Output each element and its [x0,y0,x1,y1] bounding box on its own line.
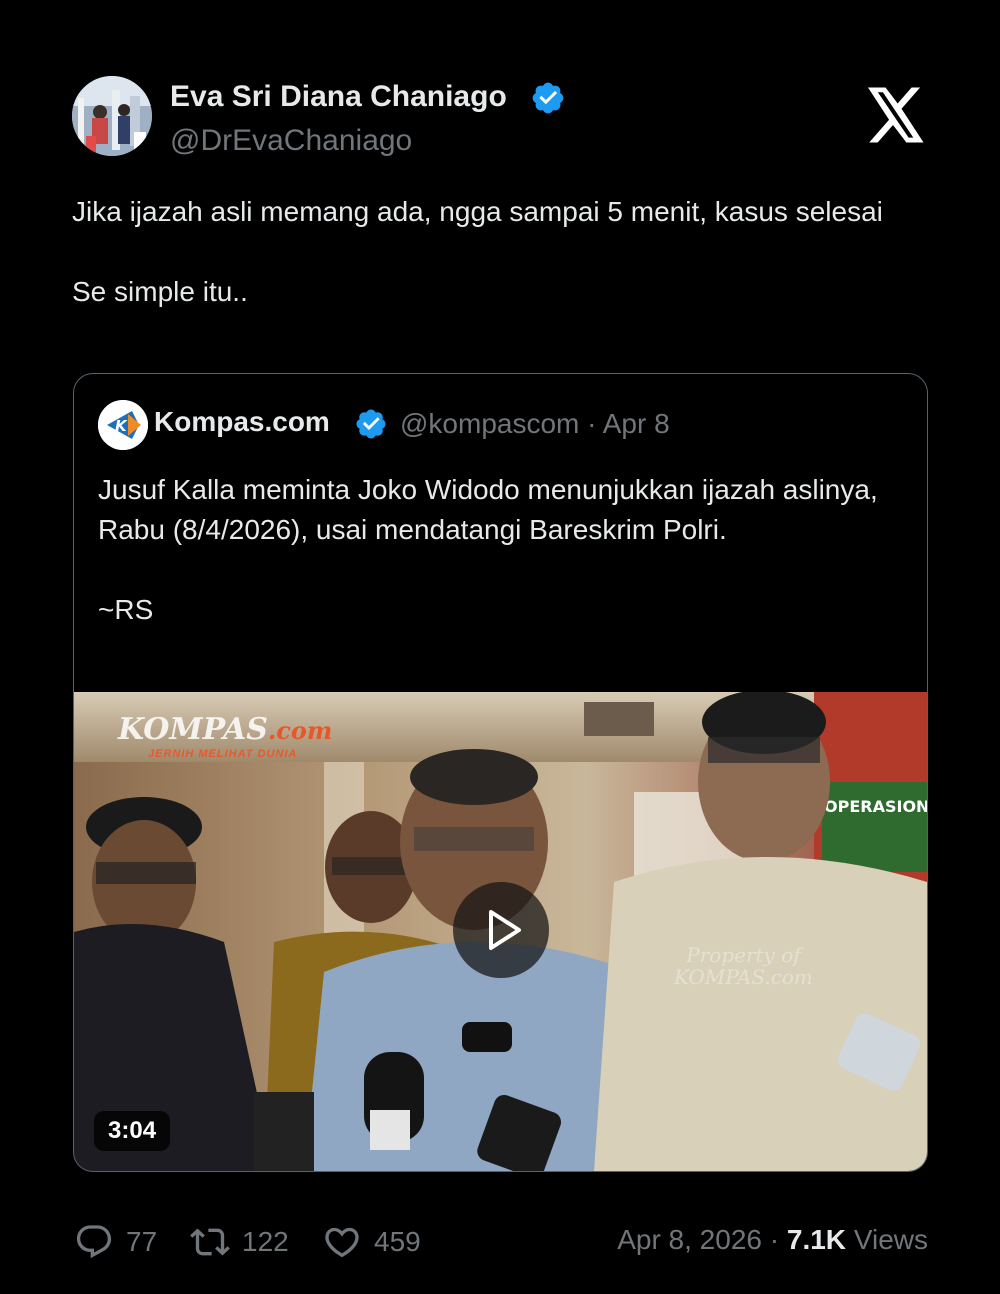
quoted-verified-badge-icon [356,409,386,439]
repost-count: 122 [242,1226,289,1257]
watermark-property-line2: KOMPAS.com [674,965,813,989]
quoted-author-name[interactable]: Kompas.com [154,406,330,438]
quoted-meta: @kompascom · Apr 8 [400,408,670,440]
author-handle[interactable]: @DrEvaChaniago [170,124,412,158]
watermark-tagline: JERNIH MELIHAT DUNIA [148,748,298,760]
quoted-tweet[interactable]: K Kompas.com @kompascom · Apr 8 Jusuf Ka… [73,373,928,1172]
views-count: 7.1K [786,1224,847,1255]
tweet-text: Jika ijazah asli memang ada, ngga sampai… [72,196,883,307]
video-player[interactable]: OPERASIONAL [74,692,927,1171]
like-count: 459 [374,1226,421,1257]
footer-separator: · [769,1224,780,1255]
quoted-separator: · [587,408,597,439]
watermark-logo: KOMPAS.com [118,712,332,747]
play-button[interactable] [453,882,549,978]
author-avatar[interactable] [72,76,152,156]
quoted-tweet-text: Jusuf Kalla meminta Joko Widodo menunjuk… [98,474,878,625]
video-duration: 3:04 [94,1111,171,1151]
views-label: Views [853,1224,928,1255]
tweet-timestamp-views: Apr 8, 2026 · 7.1K Views [617,1224,928,1256]
repost-icon [190,1228,230,1256]
reply-icon [76,1225,112,1259]
quoted-author-avatar[interactable]: K [98,400,148,450]
watermark-property: Property of KOMPAS.com [674,944,813,988]
repost-button[interactable]: 122 [190,1222,289,1262]
tweet[interactable]: Eva Sri Diana Chaniago @DrEvaChaniago Ji… [0,0,1000,1294]
x-logo-icon[interactable] [866,87,926,143]
play-icon [489,910,521,950]
verified-badge-icon [532,82,564,114]
quoted-date[interactable]: Apr 8 [603,408,670,439]
svg-text:K: K [115,417,128,435]
like-button[interactable]: 459 [322,1222,421,1262]
reply-button[interactable]: 77 [74,1222,157,1262]
reply-count: 77 [126,1226,158,1257]
like-icon [325,1227,359,1258]
watermark-logo-suffix: .com [267,716,333,745]
quoted-author-handle[interactable]: @kompascom [400,408,579,439]
tweet-date[interactable]: Apr 8, 2026 [617,1224,762,1255]
author-name[interactable]: Eva Sri Diana Chaniago [170,80,507,114]
watermark-property-line1: Property of [686,943,801,967]
sign-text: OPERASIONAL [824,797,927,816]
watermark-logo-main: KOMPAS [118,712,268,747]
